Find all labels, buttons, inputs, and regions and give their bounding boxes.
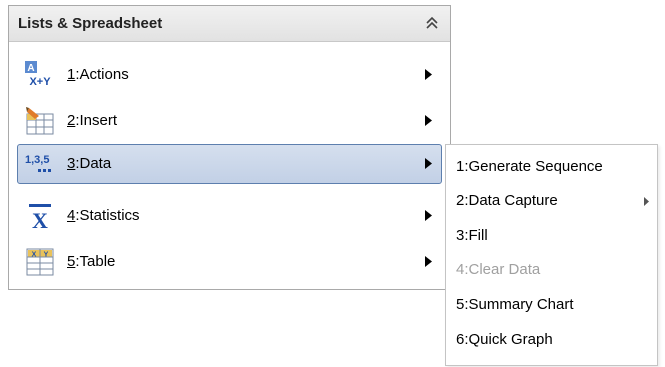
menu-item-text: :Actions [75, 66, 129, 83]
data-icon-sequence: 1,3,5 [25, 154, 49, 166]
menu-item-text: :Data [75, 155, 112, 172]
statistics-icon: X [29, 204, 51, 231]
actions-icon-letter: A [27, 63, 34, 74]
submenu-item-generate-sequence[interactable]: 1:Generate Sequence [456, 158, 603, 186]
submenu-arrow-icon [644, 197, 649, 206]
lists-spreadsheet-menu-panel: Lists & Spreadsheet A X+Y 1:Actions 2:In… [8, 5, 451, 290]
submenu-arrow-icon [425, 256, 432, 267]
double-chevron-up-icon[interactable] [424, 14, 440, 32]
submenu-arrow-icon [425, 69, 432, 80]
insert-icon [26, 107, 54, 135]
menu-item-text: :Insert [75, 112, 118, 129]
menu-item-label: 5:Table [67, 253, 115, 270]
menu-item-label: 1:Actions [67, 66, 129, 83]
menu-item-label: 3:Data [67, 155, 111, 172]
submenu-item-data-capture[interactable]: 2:Data Capture [456, 192, 558, 220]
menu-item-statistics[interactable]: X 4:Statistics [17, 196, 442, 236]
data-submenu: 1:Generate Sequence 2:Data Capture 3:Fil… [445, 144, 658, 366]
submenu-item-quick-graph[interactable]: 6:Quick Graph [456, 331, 553, 359]
actions-icon: A X+Y [25, 61, 51, 88]
menu-item-label: 4:Statistics [67, 207, 140, 224]
panel-title: Lists & Spreadsheet [18, 15, 163, 32]
menu-item-label: 2:Insert [67, 112, 117, 129]
submenu-arrow-icon [425, 115, 432, 126]
menu-item-text: :Statistics [75, 207, 140, 224]
table-icon: X Y [26, 248, 54, 276]
panel-header[interactable]: Lists & Spreadsheet [9, 6, 450, 42]
data-icon: 1,3,5 [25, 154, 51, 172]
submenu-item-summary-chart[interactable]: 5:Summary Chart [456, 296, 574, 324]
statistics-icon-letter: X [32, 208, 48, 231]
menu-item-table[interactable]: X Y 5:Table [17, 242, 442, 282]
submenu-item-clear-data: 4:Clear Data [456, 261, 541, 278]
menu-item-text: :Table [75, 253, 116, 270]
submenu-item-fill[interactable]: 3:Fill [456, 227, 488, 255]
menu-item-insert[interactable]: 2:Insert [17, 101, 442, 141]
submenu-arrow-icon [425, 158, 432, 169]
actions-icon-formula: X+Y [29, 76, 51, 88]
menu-item-actions[interactable]: A X+Y 1:Actions [17, 55, 442, 95]
menu-item-data[interactable]: 1,3,5 3:Data [17, 144, 442, 184]
submenu-arrow-icon [425, 210, 432, 221]
